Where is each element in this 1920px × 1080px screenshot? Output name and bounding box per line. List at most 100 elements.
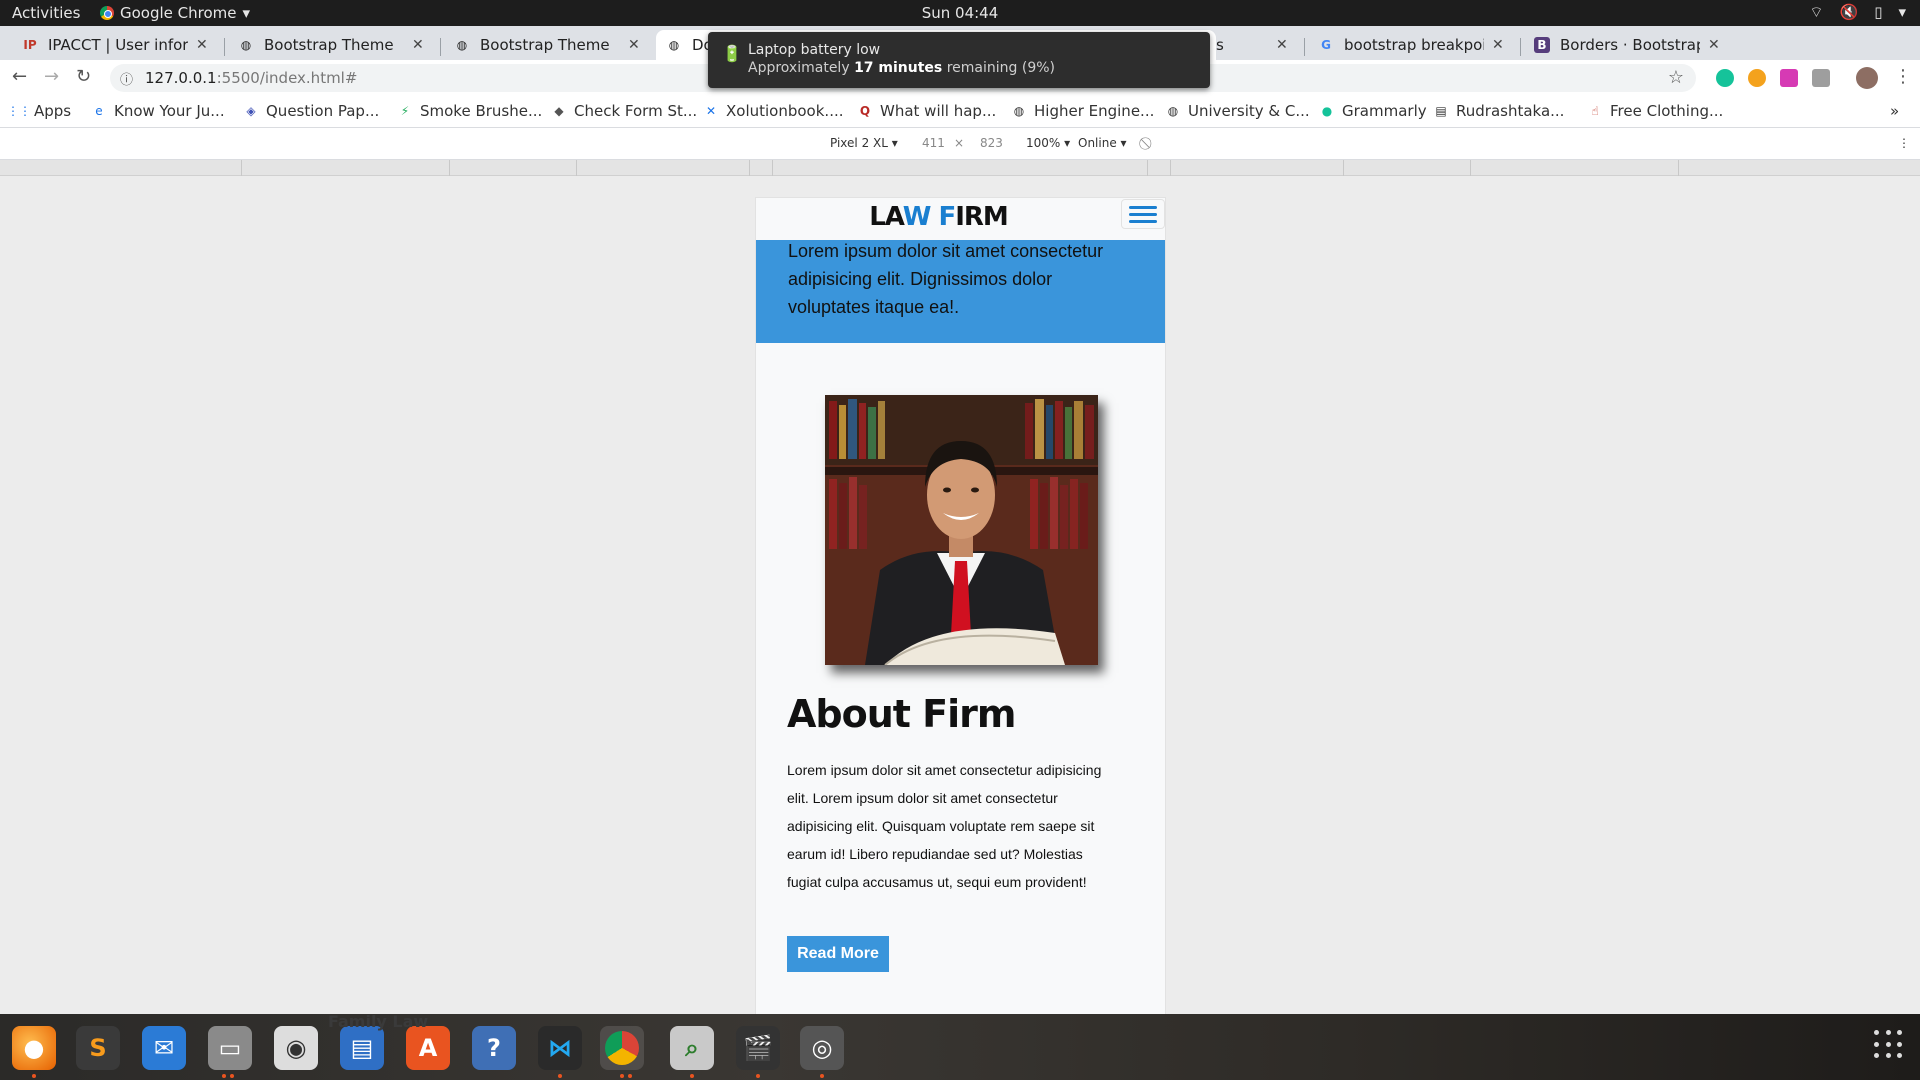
thunderbird-icon[interactable]: ✉ — [142, 1026, 186, 1070]
ubuntu-dock: ● S ✉ ▭ ◉ ▤ A ? ⋈ ⌕ 🎬 ◎ — [0, 1014, 1920, 1080]
grammarly-extension-icon[interactable] — [1716, 69, 1734, 87]
bookmark-item[interactable]: ◆ Check Form St... — [552, 102, 697, 120]
wifi-icon: ⌔ — [1809, 3, 1824, 21]
tab-title: Bootstrap Theme — [480, 36, 610, 54]
video-editor-icon[interactable]: 🎬 — [736, 1026, 780, 1070]
tab-partial[interactable]: s ✕ — [1206, 30, 1300, 60]
close-icon[interactable]: ✕ — [412, 37, 426, 53]
quora-q-icon: Q — [859, 104, 871, 118]
device-more-icon[interactable]: ⋮ — [1898, 136, 1910, 150]
battery-low-icon: 🔋 — [722, 44, 742, 63]
image-viewer-icon[interactable]: ⌕ — [670, 1026, 714, 1070]
system-top-bar: Activities Google Chrome ▾ Sun 04:44 ⌔ 🔇… — [0, 0, 1920, 26]
battery-icon: ▯ — [1874, 3, 1883, 21]
software-center-icon[interactable]: A — [406, 1026, 450, 1070]
media-extension-icon[interactable] — [1780, 69, 1798, 87]
url-host: 127.0.0.1 — [145, 69, 217, 87]
apps-grid-icon: ⋮⋮ — [7, 104, 31, 118]
hero-banner: Lorem ipsum dolor sit amet consectetur a… — [756, 240, 1165, 343]
bookmark-item[interactable]: ⚡ Smoke Brushe... — [398, 102, 543, 120]
bookmark-item[interactable]: ✕ Xolutionbook.... — [704, 102, 844, 120]
bookmark-item[interactable]: ◍ University & C... — [1166, 102, 1310, 120]
tab-bootstrap-theme-2[interactable]: ◍ Bootstrap Theme ✕ — [444, 30, 652, 60]
tab-title: s — [1216, 36, 1224, 54]
lawyer-photo — [825, 395, 1098, 665]
close-icon[interactable]: ✕ — [1708, 37, 1722, 53]
edge-e-icon: e — [95, 104, 103, 118]
back-icon[interactable]: ← — [12, 66, 27, 87]
globe-icon: ◍ — [240, 38, 252, 52]
caret-down-icon: ▾ — [242, 4, 251, 22]
volume-muted-icon: 🔇 — [1839, 3, 1859, 21]
bookmark-item[interactable]: ◈ Question Pap... — [244, 102, 379, 120]
notification-body: Approximately 17 minutes remaining (9%) — [748, 60, 1055, 76]
zoom-select[interactable]: 100% ▾ — [1026, 136, 1070, 150]
tab-title: IPACCT | User informa — [48, 36, 188, 54]
device-select[interactable]: Pixel 2 XL ▾ — [830, 136, 898, 150]
files-icon[interactable]: ▭ — [208, 1026, 252, 1070]
bookmark-star-icon[interactable]: ☆ — [1668, 67, 1684, 88]
bookmarks-overflow[interactable]: » — [1890, 102, 1899, 120]
read-more-button[interactable]: Read More — [787, 936, 889, 972]
hero-text: Lorem ipsum dolor sit amet consectetur a… — [788, 241, 1104, 317]
app-menu[interactable]: Google Chrome ▾ — [100, 4, 250, 22]
bookmark-item[interactable]: ☝ Free Clothing... — [1588, 102, 1723, 120]
screen-recorder-icon[interactable]: ◎ — [800, 1026, 844, 1070]
system-tray[interactable]: ⌔ 🔇 ▯ ▾ — [1809, 3, 1906, 22]
close-icon[interactable]: ✕ — [1276, 37, 1290, 53]
grammarly-icon: ● — [1321, 104, 1333, 118]
writer-icon[interactable]: ▤ — [340, 1026, 384, 1070]
reload-icon[interactable]: ↻ — [76, 66, 91, 87]
cookie-extension-icon[interactable] — [1748, 69, 1766, 87]
tab-borders-bootstrap[interactable]: B Borders · Bootstrap ✕ — [1524, 30, 1732, 60]
activities-button[interactable]: Activities — [12, 4, 80, 22]
close-icon[interactable]: ✕ — [628, 37, 642, 53]
avatar[interactable] — [1856, 67, 1878, 89]
device-width-input[interactable]: 411 — [922, 136, 945, 150]
hand-icon: ☝ — [1591, 104, 1599, 118]
dimension-separator: × — [954, 136, 965, 150]
tab-bootstrap-breakpoint[interactable]: G bootstrap breakpoint ✕ — [1308, 30, 1516, 60]
info-icon[interactable]: ⓘ — [120, 69, 133, 88]
chrome-icon — [100, 6, 114, 20]
sublime-text-icon[interactable]: S — [76, 1026, 120, 1070]
battery-notification[interactable]: 🔋 Laptop battery low Approximately 17 mi… — [708, 32, 1210, 88]
show-applications-icon[interactable] — [1874, 1030, 1904, 1060]
tab-title: Bootstrap Theme — [264, 36, 394, 54]
site-brand[interactable]: LAW FIRM — [756, 202, 1121, 232]
bookmark-apps[interactable]: ⋮⋮ Apps — [7, 102, 71, 120]
about-heading: About Firm — [787, 692, 1016, 736]
device-viewport: LAW FIRM Lorem ipsum dolor sit amet cons… — [755, 197, 1166, 1017]
globe-icon: ◍ — [668, 38, 680, 52]
clock[interactable]: Sun 04:44 — [0, 4, 1920, 22]
bookmark-item[interactable]: Q What will hap... — [858, 102, 996, 120]
bookmark-item[interactable]: ◍ Higher Engine... — [1012, 102, 1155, 120]
bookmark-item[interactable]: ▤ Rudrashtaka... — [1434, 102, 1564, 120]
device-height-input[interactable]: 823 — [980, 136, 1003, 150]
network-select[interactable]: Online ▾ — [1078, 136, 1127, 150]
more-menu-icon[interactable]: ⋮ — [1894, 66, 1912, 87]
cube-extension-icon[interactable] — [1812, 69, 1830, 87]
close-icon[interactable]: ✕ — [196, 37, 210, 53]
firefox-icon[interactable]: ● — [12, 1026, 56, 1070]
tab-ipacct[interactable]: IP IPACCT | User informa ✕ — [12, 30, 220, 60]
forward-icon[interactable]: → — [44, 66, 59, 87]
help-icon[interactable]: ? — [472, 1026, 516, 1070]
bookmark-item[interactable]: e Know Your Ju... — [92, 102, 224, 120]
globe-icon: ◍ — [456, 38, 468, 52]
close-icon[interactable]: ✕ — [1492, 37, 1506, 53]
tab-bootstrap-theme-1[interactable]: ◍ Bootstrap Theme ✕ — [228, 30, 436, 60]
tab-title: bootstrap breakpoint — [1344, 36, 1484, 54]
leaf-icon: ⚡ — [400, 104, 410, 118]
vscode-icon[interactable]: ⋈ — [538, 1026, 582, 1070]
chrome-dock-icon[interactable] — [600, 1026, 644, 1070]
book-icon: ▤ — [1435, 104, 1447, 118]
media-query-bar[interactable] — [0, 160, 1920, 176]
hamburger-menu-icon[interactable] — [1121, 199, 1165, 229]
chevron-down-icon: ▾ — [1898, 3, 1906, 21]
globe-icon: ◍ — [1013, 104, 1025, 118]
x-icon: ✕ — [705, 104, 717, 118]
globe-icon: ◍ — [1167, 104, 1179, 118]
bookmark-item[interactable]: ● Grammarly — [1320, 102, 1427, 120]
rhythmbox-icon[interactable]: ◉ — [274, 1026, 318, 1070]
